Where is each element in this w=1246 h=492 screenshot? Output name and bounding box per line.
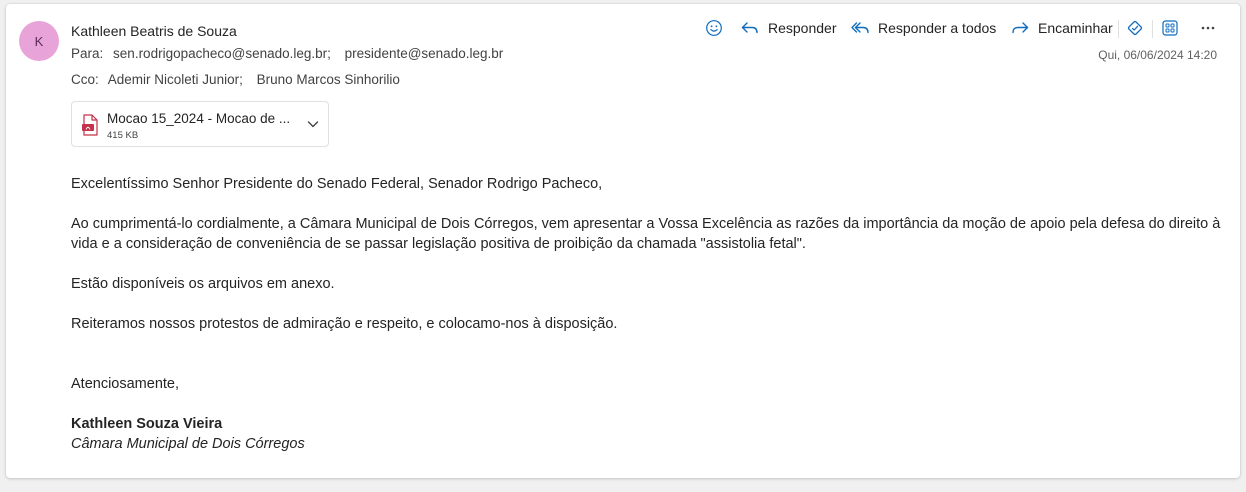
more-actions-icon[interactable] (1198, 16, 1218, 40)
closing: Atenciosamente, (71, 376, 180, 392)
message-body: Excelentíssimo Senhor Presidente do Sena… (71, 174, 1221, 454)
recipient[interactable]: presidente@senado.leg.br (345, 46, 504, 61)
smiley-icon[interactable] (704, 16, 724, 40)
apps-icon[interactable] (1160, 16, 1180, 40)
attachment-name: Mocao 15_2024 - Mocao de ... (107, 111, 291, 126)
recipient[interactable]: sen.rodrigopacheco@senado.leg.br; (113, 46, 331, 61)
toolbar-divider (1152, 20, 1153, 38)
reply-all-icon (851, 22, 869, 34)
reply-all-label: Responder a todos (878, 20, 997, 36)
reply-button[interactable]: Responder (740, 16, 837, 40)
reply-all-button[interactable]: Responder a todos (850, 16, 996, 40)
body-paragraph: Reiteramos nossos protestos de admiração… (71, 316, 618, 332)
signature-org: Câmara Municipal de Dois Córregos (71, 436, 305, 452)
bcc-recipients-row: Cco: Ademir Nicoleti Junior; Bruno Marco… (71, 72, 410, 87)
greeting: Excelentíssimo Senhor Presidente do Sena… (71, 176, 603, 192)
forward-button[interactable]: Encaminhar (1010, 16, 1113, 40)
toolbar-divider (1118, 20, 1119, 38)
to-recipients-row: Para: sen.rodrigopacheco@senado.leg.br; … (71, 46, 513, 61)
forward-label: Encaminhar (1038, 20, 1113, 36)
signature-name: Kathleen Souza Vieira (71, 416, 223, 432)
sent-date: Qui, 06/06/2024 14:20 (1098, 48, 1217, 62)
bcc-label: Cco: (71, 72, 99, 87)
message-toolbar: Responder Responder a todos Encaminhar (6, 16, 1240, 40)
attachment-size: 415 KB (107, 130, 139, 141)
forward-icon (1012, 22, 1029, 34)
attachment-card[interactable]: Mocao 15_2024 - Mocao de ... 415 KB (71, 101, 329, 147)
reply-label: Responder (768, 20, 837, 36)
viva-insights-icon[interactable] (1125, 16, 1145, 40)
email-reading-pane: K Kathleen Beatris de Souza Para: sen.ro… (6, 4, 1240, 478)
chevron-down-icon[interactable] (306, 117, 320, 136)
body-paragraph: Estão disponíveis os arquivos em anexo. (71, 276, 335, 292)
recipient[interactable]: Ademir Nicoleti Junior; (108, 72, 243, 87)
recipient[interactable]: Bruno Marcos Sinhorilio (257, 72, 400, 87)
pdf-icon (81, 114, 99, 141)
to-label: Para: (71, 46, 104, 61)
reply-icon (741, 22, 758, 34)
body-paragraph: Ao cumprimentá-lo cordialmente, a Câmara… (71, 216, 1221, 252)
